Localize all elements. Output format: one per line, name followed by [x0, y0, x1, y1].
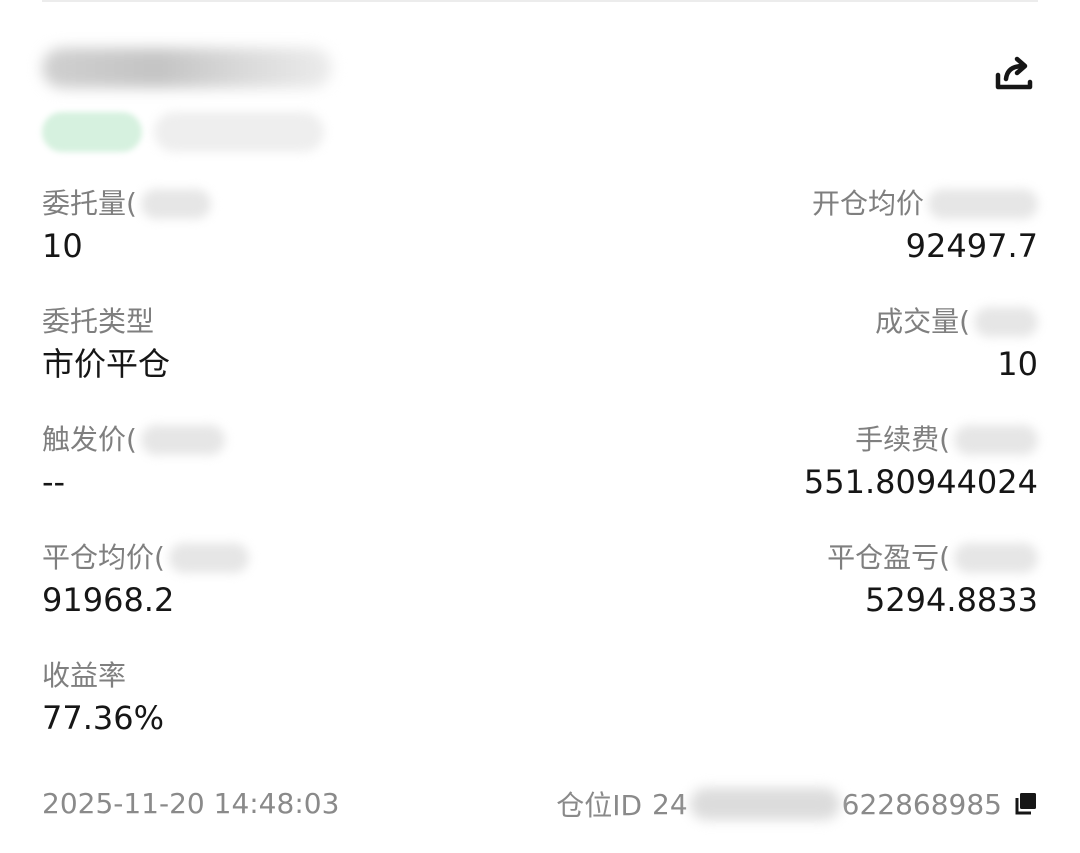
open-avg-price-cell: 开仓均价 92497.7 — [812, 184, 1038, 268]
detail-row-3: 触发价( -- 手续费( 551.80944024 — [42, 420, 1038, 510]
redacted-unit — [928, 189, 1038, 219]
filled-qty-label: 成交量( — [875, 302, 1038, 342]
fee-value: 551.80944024 — [803, 463, 1038, 501]
return-rate-cell: 收益率 77.36% — [42, 656, 164, 740]
redacted-position-id — [689, 788, 840, 820]
order-qty-value: 10 — [42, 227, 83, 265]
close-avg-price-label-text: 平仓均价( — [42, 541, 165, 574]
return-rate-value: 77.36% — [42, 699, 165, 737]
detail-row-4: 平仓均价( 91968.2 平仓盈亏( 5294.8833 — [42, 538, 1038, 628]
detail-row-1: 委托量( 10 开仓均价 92497.7 — [42, 184, 1038, 274]
close-avg-price-cell: 平仓均价( 91968.2 — [42, 538, 249, 622]
filled-qty-label-text: 成交量( — [875, 305, 970, 338]
order-qty-label-text: 委托量( — [42, 187, 137, 220]
redacted-unit — [140, 425, 225, 455]
open-avg-price-label-text: 开仓均价 — [811, 187, 924, 220]
trigger-price-cell: 触发价( -- — [42, 420, 225, 504]
fee-label: 手续费( — [855, 420, 1038, 460]
redacted-unit — [954, 425, 1038, 455]
order-timestamp: 2025-11-20 14:48:03 — [42, 787, 340, 820]
close-pnl-value: 5294.8833 — [864, 581, 1038, 619]
trigger-price-label: 触发价( — [42, 420, 225, 460]
close-pnl-label: 平仓盈亏( — [827, 538, 1038, 578]
order-qty-label: 委托量( — [42, 184, 211, 224]
detail-row-5: 收益率 77.36% — [42, 656, 1038, 746]
order-type-label: 委托类型 — [42, 305, 155, 338]
top-divider — [42, 0, 1038, 2]
share-button[interactable] — [990, 50, 1038, 98]
copy-icon — [1015, 793, 1036, 815]
copy-id-button[interactable] — [1012, 791, 1038, 817]
close-pnl-cell: 平仓盈亏( 5294.8833 — [827, 538, 1038, 622]
position-id-suffix: 622868985 — [841, 787, 1002, 821]
redacted-symbol-title — [42, 48, 332, 88]
fee-cell: 手续费( 551.80944024 — [804, 420, 1038, 504]
redacted-unit — [974, 307, 1038, 337]
return-rate-label: 收益率 — [42, 659, 127, 692]
close-avg-price-value: 91968.2 — [42, 581, 175, 619]
position-id: 仓位ID 24 622868985 — [556, 782, 1038, 826]
order-header — [42, 40, 1038, 160]
filled-qty-value: 10 — [997, 345, 1038, 383]
fee-label-text: 手续费( — [855, 423, 950, 456]
position-id-label: 仓位ID — [556, 789, 643, 822]
redacted-margin-tag — [154, 112, 324, 152]
detail-row-2: 委托类型 市价平仓 成交量( 10 — [42, 302, 1038, 392]
redacted-unit — [140, 189, 211, 219]
close-pnl-label-text: 平仓盈亏( — [827, 541, 950, 574]
filled-qty-cell: 成交量( 10 — [875, 302, 1038, 386]
order-qty-cell: 委托量( 10 — [42, 184, 211, 268]
order-footer: 2025-11-20 14:48:03 仓位ID 24 622868985 — [42, 782, 1038, 826]
share-icon — [995, 56, 1033, 90]
redacted-unit — [168, 543, 249, 573]
position-id-prefix: 24 — [652, 787, 688, 821]
redacted-unit — [954, 543, 1038, 573]
order-type-cell: 委托类型 市价平仓 — [42, 302, 170, 386]
open-avg-price-label: 开仓均价 — [812, 184, 1038, 224]
trigger-price-value: -- — [42, 463, 66, 501]
trigger-price-label-text: 触发价( — [42, 423, 137, 456]
redacted-direction-tag — [42, 112, 142, 152]
close-avg-price-label: 平仓均价( — [42, 538, 249, 578]
order-type-value: 市价平仓 — [42, 345, 171, 383]
open-avg-price-value: 92497.7 — [905, 227, 1038, 265]
